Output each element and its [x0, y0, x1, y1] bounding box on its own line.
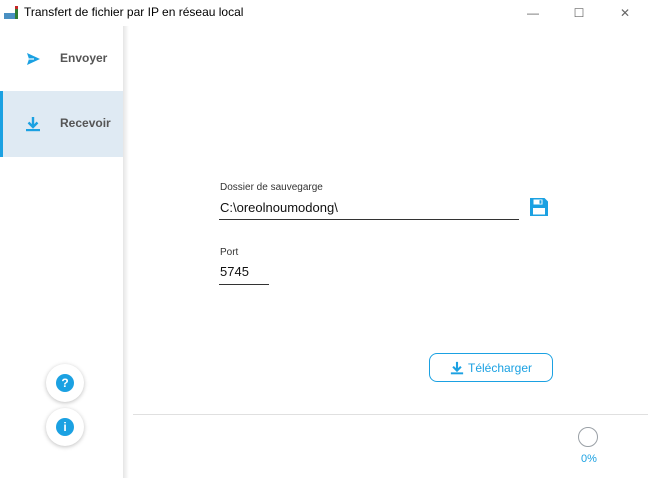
- question-icon: ?: [56, 374, 74, 392]
- folder-input[interactable]: C:\oreolnoumodong\: [220, 200, 338, 215]
- sidebar-item-envoyer[interactable]: Envoyer: [0, 26, 123, 92]
- folder-label: Dossier de sauvegarge: [220, 182, 323, 193]
- progress-percent: 0%: [581, 453, 597, 465]
- status-divider: [133, 414, 648, 415]
- download-button-label: Télécharger: [467, 360, 533, 375]
- active-indicator: [0, 91, 3, 157]
- sidebar-shadow: [123, 26, 129, 478]
- sidebar-item-label: Recevoir: [60, 116, 111, 130]
- port-input[interactable]: 5745: [220, 264, 249, 279]
- port-input-underline: [219, 284, 269, 285]
- download-icon: [450, 361, 464, 374]
- title-bar: Transfert de fichier par IP en réseau lo…: [0, 0, 648, 26]
- sidebar-item-label: Envoyer: [60, 51, 108, 65]
- close-button[interactable]: ✕: [602, 0, 648, 26]
- help-button[interactable]: ?: [46, 364, 84, 402]
- sidebar-item-recevoir[interactable]: Recevoir: [0, 91, 123, 157]
- save-icon[interactable]: [529, 197, 549, 217]
- info-button[interactable]: i: [46, 408, 84, 446]
- download-button[interactable]: Télécharger: [429, 353, 553, 382]
- port-label: Port: [220, 247, 239, 258]
- send-icon: [27, 53, 40, 65]
- info-icon: i: [56, 418, 74, 436]
- maximize-button[interactable]: ☐: [556, 0, 602, 26]
- download-icon: [26, 117, 40, 132]
- app-logo-icon: [4, 6, 18, 19]
- minimize-button[interactable]: —: [510, 0, 556, 26]
- window-title: Transfert de fichier par IP en réseau lo…: [24, 5, 244, 19]
- folder-input-underline: [219, 219, 519, 220]
- progress-ring: [578, 427, 598, 447]
